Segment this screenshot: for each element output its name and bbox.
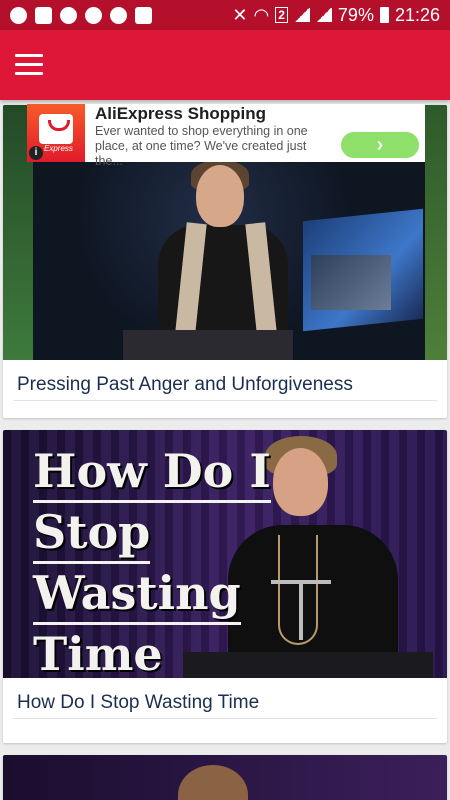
chevron-right-icon: ›: [376, 133, 384, 156]
thumbnail-caption: How Do I Stop Wasting Time: [33, 442, 271, 678]
video-thumbnail[interactable]: How Do I Stop Wasting Time: [3, 430, 447, 678]
divider: [13, 718, 437, 719]
whatsapp-icon: [60, 6, 77, 24]
app-bar: [0, 30, 450, 100]
ad-title: AliExpress Shopping: [95, 104, 266, 123]
notification-icons: [10, 6, 152, 24]
ad-banner[interactable]: Express i AliExpress Shopping Ever wante…: [27, 104, 425, 168]
video-card[interactable]: [3, 755, 447, 800]
shopping-bag-icon: [39, 114, 73, 144]
youtube-icon: [135, 6, 152, 24]
gallery-icon: [35, 6, 52, 24]
video-title[interactable]: Pressing Past Anger and Unforgiveness: [3, 360, 447, 400]
chat-icon: [10, 6, 27, 24]
hamburger-menu-icon[interactable]: [15, 54, 43, 76]
signal-icon: [293, 8, 310, 22]
ad-info-icon[interactable]: i: [29, 146, 43, 160]
ad-cta-button[interactable]: ›: [341, 132, 419, 158]
divider: [13, 400, 437, 401]
mute-icon: ✕: [232, 4, 248, 25]
ad-description: Ever wanted to shop everything in one pl…: [95, 124, 308, 168]
battery-percentage: 79%: [337, 4, 374, 25]
line-icon: [110, 6, 127, 24]
battery-icon: [379, 7, 389, 23]
status-bar: ✕ ◠ 2 79% 21:26: [0, 0, 450, 30]
clock: 21:26: [394, 4, 440, 25]
signal-icon-2: [315, 8, 332, 22]
video-card[interactable]: How Do I Stop Wasting Time How Do I Stop…: [3, 430, 447, 743]
sim-icon: 2: [275, 7, 288, 23]
wifi-icon: ◠: [253, 4, 270, 25]
dailymotion-icon: [85, 6, 102, 24]
video-title[interactable]: How Do I Stop Wasting Time: [3, 678, 447, 718]
system-icons: ✕ ◠ 2 79% 21:26: [232, 5, 440, 26]
ad-icon-label: Express: [44, 144, 73, 153]
video-thumbnail[interactable]: [3, 755, 447, 800]
